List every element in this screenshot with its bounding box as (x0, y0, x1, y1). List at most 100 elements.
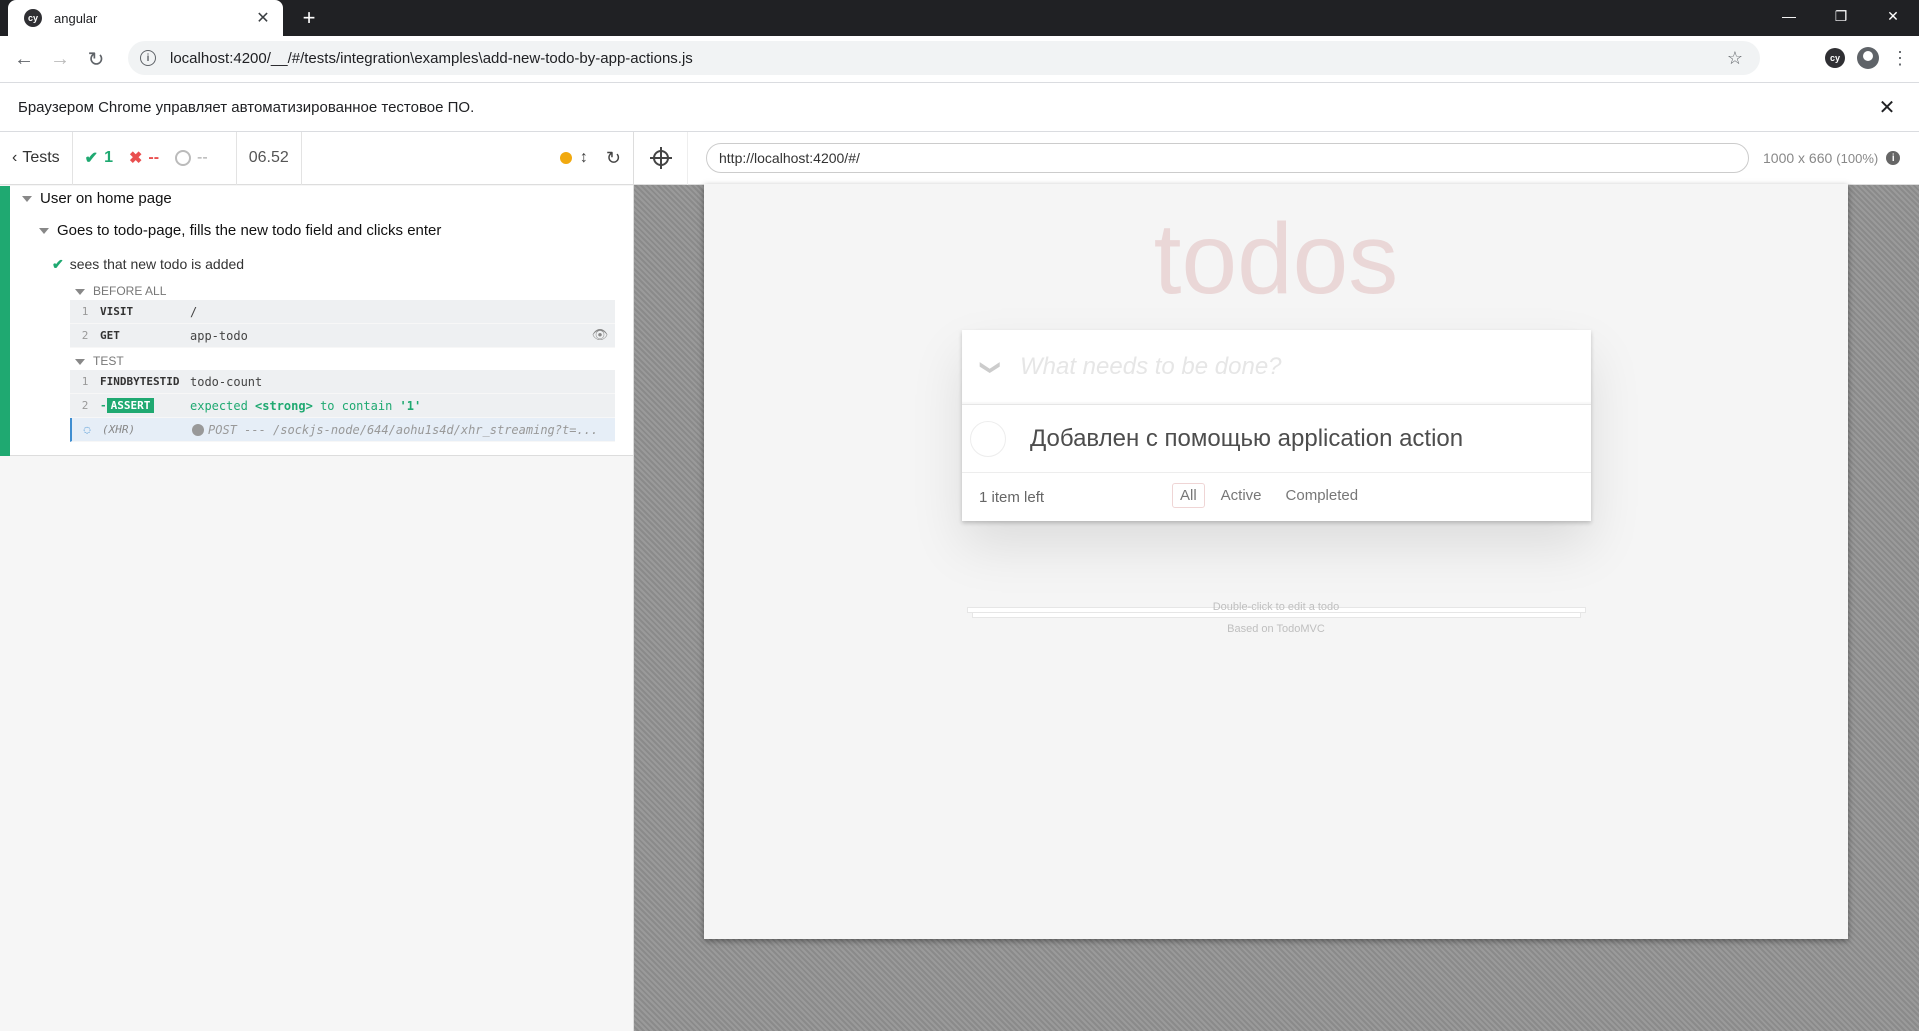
info-edit-hint: Double-click to edit a todo (1212, 601, 1340, 613)
toggle-all-chevron-icon[interactable]: ❯ (979, 338, 1004, 396)
todo-app: ❯ Добавлен с помощью application action … (962, 330, 1591, 521)
command-name: GET (100, 329, 120, 342)
x-icon: ✖ (128, 150, 143, 167)
todo-item[interactable]: Добавлен с помощью application action (962, 405, 1591, 473)
command-row-xhr[interactable]: ◌ (XHR) POST --- /sockjs-node/644/aohu1s… (70, 418, 615, 442)
infobar-close-icon[interactable]: ✕ (1867, 95, 1907, 120)
address-url[interactable]: localhost:4200/__/#/tests/integration\ex… (170, 50, 1720, 67)
command-row[interactable]: 2 GET app-todo 👁 (70, 324, 615, 348)
command-message: todo-count (190, 374, 263, 389)
pending-stat[interactable]: -- (175, 149, 208, 167)
app-info: Double-click to edit a todo Based on Tod… (704, 596, 1848, 640)
eye-slash-icon[interactable]: 👁 (585, 328, 615, 343)
check-icon: ✔ (84, 150, 99, 167)
filter-active[interactable]: Active (1213, 483, 1270, 508)
window-controls: — ❐ ✕ (1763, 0, 1919, 32)
viewport-scale: (100%) (1836, 150, 1879, 166)
tests-label: Tests (22, 149, 60, 166)
todo-count: 1 item left (979, 488, 1045, 506)
command-message: POST --- /sockjs-node/644/aohu1s4d/xhr_s… (192, 423, 615, 437)
passed-count: 1 (104, 149, 113, 166)
before-all-hook[interactable]: BEFORE ALL (75, 284, 166, 298)
passed-indicator-bar (0, 186, 10, 456)
restore-button[interactable]: ❐ (1815, 0, 1867, 32)
infobar-text: Браузером Chrome управляет автоматизиров… (18, 98, 475, 116)
forward-arrow-icon[interactable]: → (42, 41, 78, 77)
selector-playground-button[interactable] (634, 131, 688, 185)
close-window-button[interactable]: ✕ (1867, 0, 1919, 32)
menu-kebab-icon[interactable]: ⋮ (1891, 48, 1909, 69)
reload-icon[interactable]: ↻ (78, 41, 114, 77)
automation-infobar: Браузером Chrome управляет автоматизиров… (0, 82, 1919, 132)
command-name: FINDBYTESTID (100, 375, 180, 388)
command-name: - ASSERT (100, 398, 190, 413)
back-arrow-icon[interactable]: ← (6, 41, 42, 77)
viewport-size: 1000 x 660 (1763, 150, 1833, 166)
subsuite-title[interactable]: Goes to todo-page, fills the new todo fi… (39, 222, 441, 239)
profile-avatar-icon[interactable] (1857, 47, 1879, 69)
failed-count: -- (148, 149, 160, 166)
filter-all[interactable]: All (1172, 483, 1205, 508)
chevron-left-icon: ‹ (12, 149, 18, 166)
runnables: User on home page Goes to todo-page, fil… (0, 186, 633, 456)
caret-down-icon (75, 288, 85, 295)
close-tab-icon[interactable]: ✕ (251, 6, 275, 30)
filter-completed[interactable]: Completed (1278, 483, 1367, 508)
browser-window: cy angular ✕ + — ❐ ✕ ← → ↻ i localhost:4… (0, 0, 1919, 1031)
minimize-button[interactable]: — (1763, 0, 1815, 32)
before-all-commands: 1 VISIT / 2 GET app-todo 👁 (70, 300, 615, 348)
command-number: 2 (81, 329, 89, 342)
caret-down-icon (75, 358, 85, 365)
new-todo-row: ❯ (962, 330, 1591, 405)
tests-back-button[interactable]: ‹ Tests (0, 131, 73, 185)
toolbar-right: cy ⋮ (1825, 41, 1909, 75)
todo-label[interactable]: Добавлен с помощью application action (1030, 425, 1463, 453)
test-hook[interactable]: TEST (75, 354, 124, 368)
cypress-favicon-icon: cy (24, 9, 42, 27)
app-title: todos (1153, 203, 1399, 315)
browser-toolbar: ← → ↻ i localhost:4200/__/#/tests/integr… (0, 36, 1919, 82)
reporter-header: ‹ Tests ✔ 1 ✖ -- -- 06.52 ↕ ↻ (0, 131, 633, 185)
bookmark-star-icon[interactable]: ☆ (1720, 48, 1750, 69)
command-row[interactable]: 1 FINDBYTESTID todo-count (70, 370, 615, 394)
address-bar[interactable]: i localhost:4200/__/#/tests/integration\… (128, 41, 1760, 75)
run-controls: ↕ ↻ (548, 132, 633, 185)
caret-down-icon (39, 228, 49, 235)
caret-down-icon (22, 196, 32, 203)
browser-tab[interactable]: cy angular ✕ (8, 0, 283, 36)
command-row[interactable]: 1 VISIT / (70, 300, 615, 324)
command-row[interactable]: 2 - ASSERT expected <strong> to contain '… (70, 394, 615, 418)
autoscroll-toggle-icon[interactable]: ↕ (580, 149, 588, 167)
new-tab-button[interactable]: + (295, 5, 323, 30)
info-circle-icon[interactable]: i (1886, 151, 1901, 165)
assert-badge: ASSERT (106, 398, 155, 413)
reporter-panel: ‹ Tests ✔ 1 ✖ -- -- 06.52 ↕ ↻ User on ho… (0, 131, 634, 1031)
app-iframe: todos ❯ Добавлен с помощью application a… (704, 184, 1848, 939)
cypress-extension-icon[interactable]: cy (1825, 48, 1845, 68)
new-todo-input[interactable] (1020, 353, 1591, 381)
suite-title[interactable]: User on home page (22, 190, 172, 207)
aut-panel: http://localhost:4200/#/ 1000 x 660 (100… (634, 131, 1919, 1031)
pending-dot-icon (192, 424, 204, 436)
passed-stat[interactable]: ✔ 1 (85, 148, 113, 168)
running-indicator-icon (559, 152, 572, 164)
failed-stat[interactable]: ✖ -- (129, 148, 159, 168)
site-info-icon[interactable]: i (140, 50, 156, 66)
aut-header: http://localhost:4200/#/ 1000 x 660 (100… (634, 131, 1919, 185)
tab-title: angular (54, 10, 98, 26)
spinner-icon: ◌ (83, 423, 91, 436)
todo-toggle-checkbox[interactable] (970, 420, 1006, 457)
filters: All Active Completed (1172, 483, 1366, 508)
restart-icon[interactable]: ↻ (606, 148, 621, 169)
tab-strip: cy angular ✕ + — ❐ ✕ (0, 0, 1919, 36)
assert-message: expected <strong> to contain '1' (190, 398, 422, 413)
pending-count: -- (197, 149, 208, 166)
command-number: 1 (81, 305, 89, 318)
aut-url-field[interactable]: http://localhost:4200/#/ (706, 143, 1749, 173)
command-name: VISIT (100, 305, 134, 318)
command-name: (XHR) (102, 423, 136, 436)
test-title[interactable]: ✔ sees that new todo is added (52, 256, 244, 273)
todo-footer: 1 item left All Active Completed (962, 473, 1591, 521)
command-number: 2 (81, 399, 89, 412)
duration: 06.52 (237, 131, 302, 185)
